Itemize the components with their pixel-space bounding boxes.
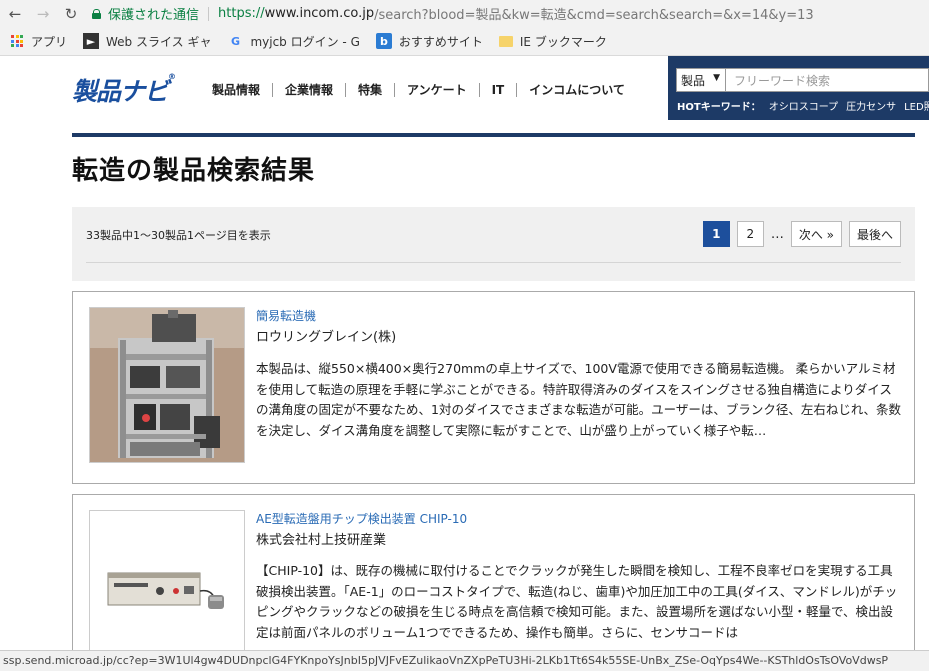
hot-keywords: HOTキーワード： オシロスコープ 圧力センサ LED照明 <box>677 98 929 113</box>
url-host: www.incom.co.jp <box>264 6 375 21</box>
result-divider <box>86 262 901 263</box>
result-card: AE型転造盤用チップ検出装置 CHIP-10 株式会社村上技研産業 【CHIP-… <box>72 494 915 671</box>
hot-keyword-link[interactable]: LED照明 <box>904 98 929 113</box>
browser-toolbar: ← → ↻ 保護された通信 https:// www.incom.co.jp /… <box>0 0 929 27</box>
bookmark-label: アプリ <box>31 34 68 49</box>
forward-arrow-icon[interactable]: → <box>32 3 54 25</box>
pagination: 1 2 … 次へ » 最後へ <box>696 221 901 247</box>
site-header: 製品ナビ® 製品情報 企業情報 特集 アンケート IT インコムについて 製品 … <box>0 56 929 126</box>
nav-companies[interactable]: 企業情報 <box>273 83 347 97</box>
header-divider <box>72 133 915 137</box>
bookmark-label: おすすめサイト <box>398 34 483 49</box>
result-card: 簡易転造機 ロウリングブレイン(株) 本製品は、縦550×横400×奥行270m… <box>72 291 915 484</box>
result-summary-bar: 33製品中1〜30製品1ページ目を表示 1 2 … 次へ » 最後へ <box>72 207 915 281</box>
company-name[interactable]: 株式会社村上技研産業 <box>256 529 386 548</box>
logo-text: 製品ナビ <box>72 77 169 106</box>
folder-icon <box>498 35 513 47</box>
company-name[interactable]: ロウリングブレイン(株) <box>256 326 396 345</box>
caret-down-icon: ▼ <box>713 73 720 83</box>
google-icon: G <box>230 34 240 48</box>
address-bar[interactable]: 保護された通信 https:// www.incom.co.jp /search… <box>92 3 929 24</box>
site-logo[interactable]: 製品ナビ® <box>72 72 176 108</box>
nav-features[interactable]: 特集 <box>346 83 396 97</box>
address-divider <box>208 6 210 21</box>
status-bar-url: ssp.send.microad.jp/cc?ep=3W1Ul4gw4DUDnp… <box>0 650 929 671</box>
product-description: 本製品は、縦550×横400×奥行270mmの卓上サイズで、100V電源で使用で… <box>256 361 901 438</box>
rolling-machine-photo-icon <box>90 308 244 462</box>
chip-detector-photo-icon <box>90 511 244 665</box>
search-input[interactable]: フリーワード検索 <box>726 68 929 92</box>
hot-keyword-link[interactable]: 圧力センサ <box>846 98 896 113</box>
page-1-button[interactable]: 1 <box>702 221 730 247</box>
hot-keyword-link[interactable]: オシロスコープ <box>769 98 838 113</box>
search-panel: 製品 ▼ フリーワード検索 HOTキーワード： オシロスコープ 圧力センサ LE… <box>668 56 929 120</box>
product-title-link[interactable]: 簡易転造機 <box>256 307 316 324</box>
nav-survey[interactable]: アンケート <box>395 83 480 97</box>
back-arrow-icon[interactable]: ← <box>4 3 26 25</box>
bing-icon: b <box>375 33 392 49</box>
bookmarks-bar: アプリ ► Web スライス ギャ G myjcb ログイン - G b おすす… <box>0 27 929 56</box>
nav-about[interactable]: インコムについて <box>517 83 637 97</box>
product-title-link[interactable]: AE型転造盤用チップ検出装置 CHIP-10 <box>256 510 467 527</box>
product-image-rolling-machine[interactable] <box>89 307 245 463</box>
result-count: 33製品中1〜30製品1ページ目を表示 <box>86 229 271 242</box>
bookmark-label: Web スライス ギャ <box>106 34 212 49</box>
secure-label: 保護された通信 <box>108 8 200 23</box>
nav-products[interactable]: 製品情報 <box>200 83 274 97</box>
bookmark-recommended[interactable]: b おすすめサイト <box>375 33 483 50</box>
product-image-chip-detector[interactable] <box>89 510 245 666</box>
bookmark-myjcb[interactable]: G myjcb ログイン - G <box>227 33 360 50</box>
bookmark-web-slice[interactable]: ► Web スライス ギャ <box>83 33 211 50</box>
lock-icon <box>92 8 101 19</box>
bookmark-label: IE ブックマーク <box>519 34 607 49</box>
web-slice-icon: ► <box>83 33 100 49</box>
product-description: 【CHIP-10】は、既存の機械に取付けることでクラックが発生した瞬間を検知し、… <box>256 563 898 640</box>
bookmark-ie[interactable]: IE ブックマーク <box>498 33 607 50</box>
global-nav: 製品情報 企業情報 特集 アンケート IT インコムについて <box>200 83 637 97</box>
search-category-value: 製品 <box>681 73 706 88</box>
reload-icon[interactable]: ↻ <box>60 3 82 25</box>
registered-mark: ® <box>168 72 176 81</box>
next-page-button[interactable]: 次へ » <box>790 221 842 247</box>
page-title: 転造の製品検索結果 <box>72 156 316 186</box>
pager-ellipsis: … <box>770 226 784 242</box>
nav-it[interactable]: IT <box>480 83 518 97</box>
hot-keywords-label: HOTキーワード： <box>677 102 761 113</box>
apps-grid-icon <box>11 35 23 47</box>
bookmark-label: myjcb ログイン - G <box>250 34 360 49</box>
last-page-button[interactable]: 最後へ <box>848 221 901 247</box>
url-scheme: https:// <box>218 6 265 21</box>
search-category-select[interactable]: 製品 ▼ <box>676 68 726 92</box>
bookmark-apps[interactable]: アプリ <box>0 33 67 50</box>
page-2-button[interactable]: 2 <box>736 221 764 247</box>
url-path: /search?blood=製品&kw=転造&cmd=search&search… <box>374 8 814 23</box>
